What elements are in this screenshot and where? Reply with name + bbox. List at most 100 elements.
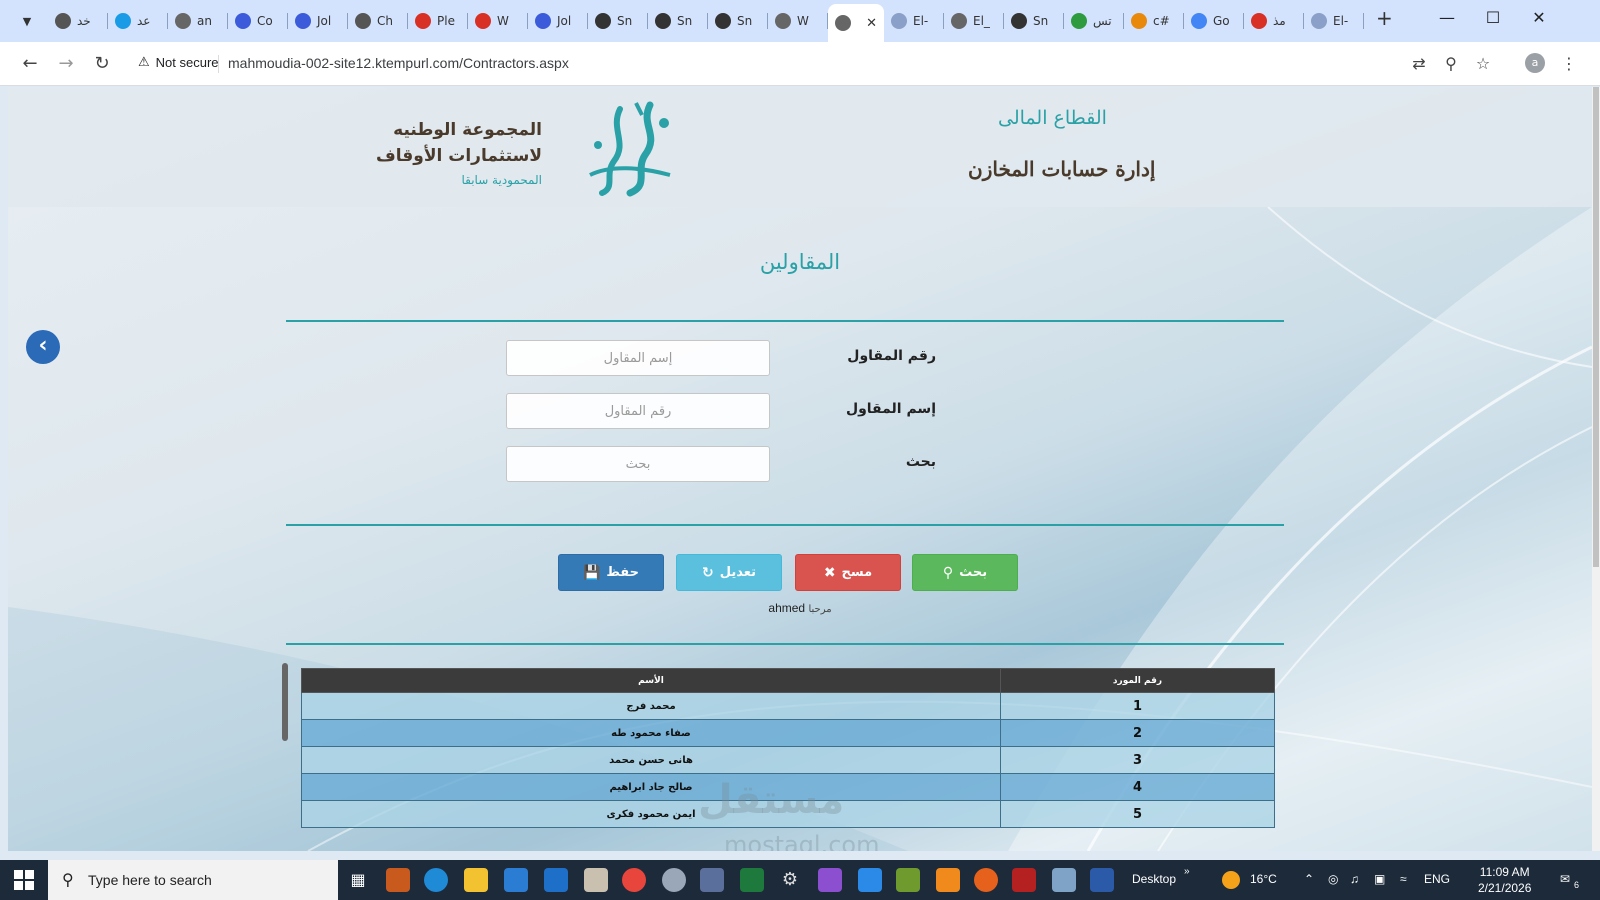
browser-tab[interactable]: Go: [1184, 4, 1244, 38]
wifi-icon[interactable]: ≈: [1400, 872, 1407, 886]
table-row[interactable]: 1 محمد فرج: [301, 692, 1275, 720]
save-button[interactable]: حفظ 💾: [558, 554, 664, 591]
browser-tab[interactable]: W: [768, 4, 828, 38]
store-icon[interactable]: [504, 868, 528, 892]
browser-tab[interactable]: Ple: [408, 4, 468, 38]
edge-icon[interactable]: [424, 868, 448, 892]
edit-button[interactable]: تعديل ↻: [676, 554, 782, 591]
maximize-icon[interactable]: ☐: [1478, 8, 1508, 27]
app-icon-2[interactable]: [700, 868, 724, 892]
tab-search-button[interactable]: ▼: [14, 8, 40, 34]
browser-tab[interactable]: Jol: [528, 4, 588, 38]
back-icon[interactable]: ←: [18, 52, 42, 76]
column-header-name[interactable]: الأسم: [301, 668, 1001, 693]
browser-tab[interactable]: Sn: [1004, 4, 1064, 38]
browser-tab[interactable]: El-: [884, 4, 944, 38]
minimize-icon[interactable]: —: [1432, 8, 1462, 27]
language-indicator[interactable]: ENG: [1424, 872, 1450, 886]
browser-tab[interactable]: Sn: [648, 4, 708, 38]
taskbar-search[interactable]: ⚲ Type here to search: [48, 860, 338, 900]
weather-temp[interactable]: 16°C: [1250, 872, 1277, 886]
contractor-name-input[interactable]: [506, 393, 770, 429]
browser-tab[interactable]: Sn: [588, 4, 648, 38]
cell-name: صالح جاد ابراهيم: [301, 773, 1001, 801]
browser-tab[interactable]: عد: [108, 4, 168, 38]
address-bar[interactable]: ⚠ Not secure mahmoudia-002-site12.ktempu…: [130, 47, 1490, 81]
page-scrollbar-thumb[interactable]: [1593, 87, 1599, 567]
browser-tab[interactable]: Co: [228, 4, 288, 38]
zoom-icon[interactable]: ⚲: [1440, 54, 1462, 73]
browser-tab[interactable]: El-: [1304, 4, 1364, 38]
browser-tab[interactable]: Ch: [348, 4, 408, 38]
copilot-icon[interactable]: [386, 868, 410, 892]
url-text[interactable]: mahmoudia-002-site12.ktempurl.com/Contra…: [228, 55, 569, 71]
vlc-icon[interactable]: [936, 868, 960, 892]
contractor-name-label: إسم المقاول: [845, 401, 936, 417]
reload-icon[interactable]: ↻: [90, 52, 114, 76]
file-explorer-icon[interactable]: [464, 868, 488, 892]
omnibox-divider: [218, 55, 219, 73]
notification-count: 6: [1574, 880, 1580, 890]
browser-tab[interactable]: Sn: [708, 4, 768, 38]
browser-tab[interactable]: تس: [1064, 4, 1124, 38]
new-tab-button[interactable]: +: [1376, 6, 1393, 30]
column-header-number[interactable]: رقم المورد: [1000, 668, 1275, 693]
paint-icon[interactable]: [584, 868, 608, 892]
page-scrollbar[interactable]: [1592, 87, 1600, 851]
settings-gear-icon[interactable]: ⚙: [778, 868, 802, 892]
network-icon[interactable]: ◎: [1328, 872, 1338, 886]
browser-tab[interactable]: W: [468, 4, 528, 38]
excel-icon[interactable]: [740, 868, 764, 892]
filezilla-icon[interactable]: [1012, 868, 1036, 892]
firefox-icon[interactable]: [974, 868, 998, 892]
browser-tab[interactable]: مذ: [1244, 4, 1304, 38]
tray-chevron-icon[interactable]: ⌃: [1304, 872, 1314, 886]
app-icon-4[interactable]: [1052, 868, 1076, 892]
menu-kebab-icon[interactable]: ⋮: [1558, 54, 1580, 73]
windows-start-icon[interactable]: [14, 870, 34, 890]
back-chevron-icon[interactable]: ‹: [26, 330, 60, 364]
security-indicator[interactable]: ⚠ Not secure: [138, 54, 219, 70]
app-icon-3[interactable]: [896, 868, 920, 892]
profile-avatar[interactable]: a: [1525, 53, 1545, 73]
visual-studio-icon[interactable]: [818, 868, 842, 892]
word-icon[interactable]: [1090, 868, 1114, 892]
table-row[interactable]: 3 هانى حسن محمد: [301, 746, 1275, 774]
browser-toolbar: ← → ↻ ⚠ Not secure mahmoudia-002-site12.…: [0, 42, 1600, 86]
volume-icon[interactable]: ♫: [1350, 872, 1359, 886]
tab-title: مذ: [1273, 14, 1286, 28]
outlook-icon[interactable]: [544, 868, 568, 892]
grid-scrollbar[interactable]: [282, 663, 288, 741]
contractor-number-input[interactable]: [506, 340, 770, 376]
browser-tab[interactable]: Jol: [288, 4, 348, 38]
divider-bottom: [286, 643, 1284, 645]
tab-title: W: [497, 14, 509, 28]
browser-tab[interactable]: خد: [48, 4, 108, 38]
tab-title: an: [197, 14, 212, 28]
not-secure-label: Not secure: [155, 54, 219, 70]
close-tab-icon[interactable]: ✕: [866, 16, 877, 31]
search-input[interactable]: [506, 446, 770, 482]
browser-tab[interactable]: c#: [1124, 4, 1184, 38]
weather-icon[interactable]: [1222, 871, 1240, 889]
department-title: القطاع المالى: [998, 107, 1107, 129]
translate-icon[interactable]: ⇄: [1408, 54, 1430, 73]
vscode-icon[interactable]: [858, 868, 882, 892]
app-icon[interactable]: [662, 868, 686, 892]
system-clock[interactable]: 11:09 AM 2/21/2026: [1478, 864, 1531, 896]
browser-tab[interactable]: an: [168, 4, 228, 38]
browser-tab[interactable]: El_: [944, 4, 1004, 38]
forward-icon[interactable]: →: [54, 52, 78, 76]
browser-tab[interactable]: ✕: [828, 4, 884, 42]
display-icon[interactable]: ▣: [1374, 872, 1385, 886]
desktop-expand-icon[interactable]: »: [1184, 866, 1190, 877]
task-view-icon[interactable]: ▦: [346, 868, 370, 892]
search-button[interactable]: بحث ⚲: [912, 554, 1018, 591]
bookmark-star-icon[interactable]: ☆: [1472, 54, 1494, 73]
table-row[interactable]: 2 صفاء محمود طه: [301, 719, 1275, 747]
notification-icon[interactable]: ✉: [1560, 872, 1570, 886]
desktop-toolbar-label[interactable]: Desktop: [1132, 872, 1176, 886]
chrome-icon[interactable]: [622, 868, 646, 892]
clear-button[interactable]: مسح ✖: [795, 554, 901, 591]
close-window-icon[interactable]: ✕: [1524, 8, 1554, 27]
